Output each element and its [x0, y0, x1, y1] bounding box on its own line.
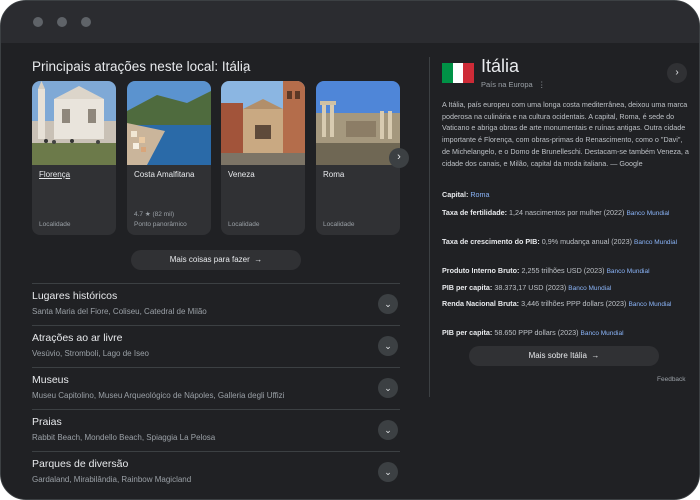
card-type: Localidade	[39, 221, 71, 228]
attraction-card-roma[interactable]: Roma Localidade	[316, 81, 400, 235]
category-title: Atrações ao ar livre	[32, 332, 123, 344]
card-name[interactable]: Costa Amalfitana	[134, 170, 194, 179]
fact-value-link[interactable]: Roma	[470, 190, 489, 199]
more-things-to-do-button[interactable]: Mais coisas para fazer →	[131, 250, 301, 270]
column-divider	[429, 57, 430, 397]
florenca-photo	[32, 81, 116, 165]
fact-source-link[interactable]: Banco Mundial	[626, 210, 669, 217]
attractions-title: Principais atrações neste local: Itália	[32, 59, 251, 74]
fact-value: 58.650 PPP dollars (2023)	[494, 328, 579, 337]
maximize-window-dot[interactable]	[81, 17, 91, 27]
category-subtitle: Santa Maria del Fiore, Coliseu, Catedral…	[32, 307, 207, 316]
roma-photo	[316, 81, 400, 165]
browser-window: Principais atrações neste local: Itália …	[0, 0, 700, 500]
fact-label: PIB per capita:	[442, 328, 493, 337]
fact-value: 38.373,17 USD (2023)	[494, 283, 567, 292]
chevron-down-icon[interactable]: ⌄	[378, 378, 398, 398]
fact-label: Capital:	[442, 190, 469, 199]
category-row-historic[interactable]: Lugares históricos Santa Maria del Fiore…	[32, 283, 400, 325]
costa-amalfitana-photo	[127, 81, 211, 165]
fact-label: Renda Nacional Bruta:	[442, 299, 520, 308]
kp-subtitle: País na Europa	[481, 80, 533, 89]
category-title: Lugares históricos	[32, 290, 118, 302]
italy-flag	[442, 63, 475, 83]
fact-gdp: Produto Interno Bruto: 2,255 trilhões US…	[442, 265, 690, 277]
card-name[interactable]: Florença	[39, 170, 70, 179]
card-name[interactable]: Veneza	[228, 170, 255, 179]
fact-source-link[interactable]: Banco Mundial	[581, 330, 624, 337]
fact-gdp-per-capita: PIB per capita: 38.373,17 USD (2023) Ban…	[442, 282, 690, 294]
chevron-down-icon[interactable]: ⌄	[378, 294, 398, 314]
card-rating: 4.7 ★ (82 mil)	[134, 211, 175, 218]
search-results-content: Principais atrações neste local: Itália …	[1, 43, 699, 499]
card-type: Ponto panorâmico	[134, 221, 187, 228]
title-bar	[1, 1, 699, 43]
card-name[interactable]: Roma	[323, 170, 344, 179]
veneza-photo	[221, 81, 305, 165]
arrow-right-icon: →	[252, 255, 263, 264]
more-about-italy-button[interactable]: Mais sobre Itália →	[469, 346, 659, 366]
fact-label: Produto Interno Bruto:	[442, 266, 520, 275]
attraction-card-florenca[interactable]: Florença Localidade	[32, 81, 116, 235]
fact-value: 3,446 trilhões PPP dollars (2023)	[521, 299, 627, 308]
fact-source-link[interactable]: Banco Mundial	[568, 285, 611, 292]
fact-capital: Capital: Roma	[442, 189, 690, 200]
more-vert-icon[interactable]: ⋮	[239, 61, 251, 75]
fact-label: Taxa de fertilidade:	[442, 208, 507, 217]
fact-label: Taxa de crescimento do PIB:	[442, 237, 540, 246]
category-subtitle: Rabbit Beach, Mondello Beach, Spiaggia L…	[32, 433, 216, 442]
fact-source-link[interactable]: Banco Mundial	[607, 268, 650, 275]
fact-fertility: Taxa de fertilidade: 1,24 nascimentos po…	[442, 207, 690, 219]
feedback-link[interactable]: Feedback	[657, 376, 686, 383]
category-subtitle: Museu Capitolino, Museu Arqueológico de …	[32, 391, 285, 400]
fact-value: 0,9% mudança anual (2023)	[541, 237, 633, 246]
card-type: Localidade	[228, 221, 260, 228]
category-row-amusement-parks[interactable]: Parques de diversão Gardaland, Mirabilân…	[32, 451, 400, 493]
fact-value: 1,24 nascimentos por mulher (2022)	[508, 208, 625, 217]
chevron-down-icon[interactable]: ⌄	[378, 462, 398, 482]
kp-description: A Itália, país europeu com uma longa cos…	[442, 99, 690, 169]
fact-gdp-per-capita-ppp: PIB per capita: 58.650 PPP dollars (2023…	[442, 327, 690, 339]
chevron-right-icon[interactable]: ›	[389, 148, 409, 168]
category-subtitle: Gardaland, Mirabilândia, Rainbow Magicla…	[32, 475, 192, 484]
more-things-label: Mais coisas para fazer	[169, 255, 250, 264]
fact-value: 2,255 trilhões USD (2023)	[521, 266, 605, 275]
more-vert-icon[interactable]: ⋮	[538, 80, 546, 89]
category-title: Museus	[32, 374, 69, 386]
chevron-down-icon[interactable]: ⌄	[378, 420, 398, 440]
more-about-label: Mais sobre Itália	[528, 351, 587, 360]
category-subtitle: Vesúvio, Stromboli, Lago de Iseo	[32, 349, 149, 358]
close-window-dot[interactable]	[33, 17, 43, 27]
flag-stripe-white	[452, 63, 464, 83]
category-row-outdoor[interactable]: Atrações ao ar livre Vesúvio, Stromboli,…	[32, 325, 400, 367]
category-row-museums[interactable]: Museus Museu Capitolino, Museu Arqueológ…	[32, 367, 400, 409]
category-title: Praias	[32, 416, 62, 428]
flag-stripe-red	[463, 63, 475, 83]
category-row-beaches[interactable]: Praias Rabbit Beach, Mondello Beach, Spi…	[32, 409, 400, 451]
chevron-down-icon[interactable]: ⌄	[378, 336, 398, 356]
kp-description-text: A Itália, país europeu com uma longa cos…	[442, 100, 689, 168]
category-title: Parques de diversão	[32, 458, 129, 470]
flag-stripe-green	[442, 63, 453, 83]
attraction-card-veneza[interactable]: Veneza Localidade	[221, 81, 305, 235]
card-type: Localidade	[323, 221, 355, 228]
chevron-right-icon[interactable]: ›	[667, 63, 687, 83]
fact-source-link[interactable]: Banco Mundial	[634, 239, 677, 246]
arrow-right-icon: →	[589, 351, 600, 360]
attraction-card-costa-amalfitana[interactable]: Costa Amalfitana 4.7 ★ (82 mil) Ponto pa…	[127, 81, 211, 235]
kp-title: Itália	[481, 56, 520, 76]
fact-gdp-growth: Taxa de crescimento do PIB: 0,9% mudança…	[442, 236, 690, 248]
fact-source-link[interactable]: Banco Mundial	[628, 301, 671, 308]
fact-gni: Renda Nacional Bruta: 3,446 trilhões PPP…	[442, 298, 690, 310]
fact-label: PIB per capita:	[442, 283, 493, 292]
kp-description-source[interactable]: — Google	[610, 159, 642, 168]
minimize-window-dot[interactable]	[57, 17, 67, 27]
